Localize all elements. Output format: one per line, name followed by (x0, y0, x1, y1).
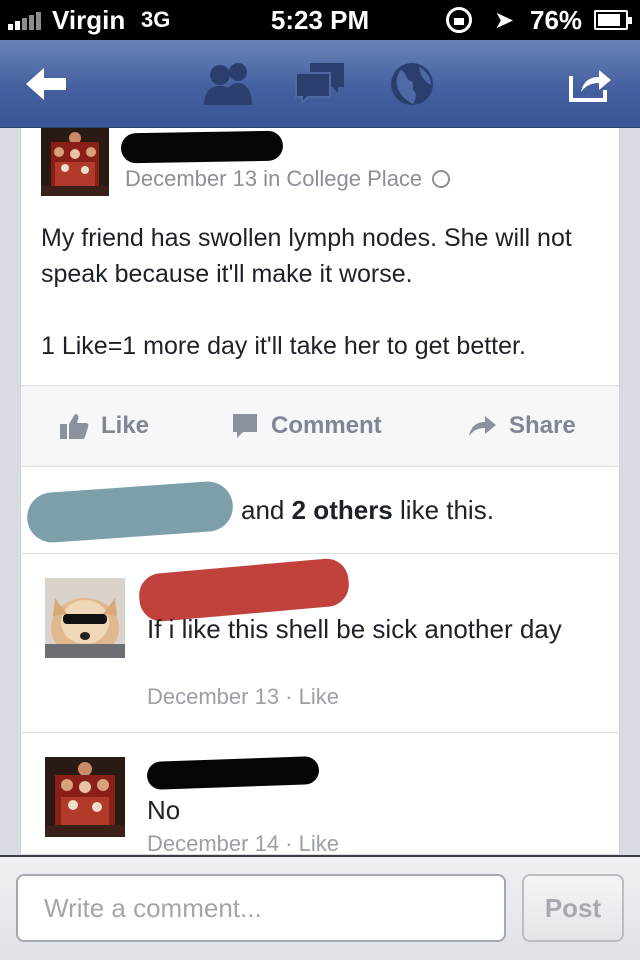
notifications-button[interactable] (380, 52, 444, 116)
like-label: Like (101, 412, 150, 439)
share-icon (569, 70, 611, 102)
post-card: December 13 in College Place My friend h… (20, 128, 620, 854)
action-bar: Like Comment Share (21, 386, 619, 466)
messages-icon (295, 63, 344, 106)
battery-percent: 76% (530, 5, 583, 35)
comment-text: No (147, 795, 181, 825)
comment-compose-bar: Post (0, 855, 640, 960)
commenter-name-redaction (146, 756, 320, 790)
battery-icon (594, 10, 632, 30)
post-button[interactable]: Post (522, 874, 624, 942)
likes-others-count[interactable]: 2 others (292, 495, 393, 525)
back-button[interactable] (14, 52, 78, 116)
comment-input[interactable] (16, 874, 506, 942)
share-label: Share (509, 412, 576, 439)
friend-requests-button[interactable] (196, 52, 260, 116)
likes-summary[interactable]: and 2 others like this. (21, 467, 619, 553)
like-button[interactable]: Like (59, 386, 149, 466)
comment-meta[interactable]: December 14 · Like (147, 831, 339, 854)
public-globe-icon (432, 170, 451, 188)
comment-item: If i like this shell be sick another day… (21, 554, 619, 732)
location-arrow-icon: ➤ (494, 7, 515, 34)
post-body: My friend has swollen lymph nodes. She w… (41, 220, 611, 364)
share-arrow-icon (469, 416, 496, 436)
comment-meta[interactable]: December 13 · Like (147, 684, 339, 710)
commenter-avatar[interactable] (45, 578, 125, 658)
post-date-location: December 13 in College Place (125, 166, 423, 191)
liker-name-redaction (25, 479, 235, 545)
nav-bar (0, 40, 640, 128)
globe-icon (391, 63, 433, 105)
comment-item: No December 14 · Like (21, 733, 619, 854)
comment-button[interactable]: Comment (231, 386, 382, 466)
share-button[interactable]: Share (467, 386, 576, 466)
likes-text: and 2 others like this. (241, 495, 494, 526)
share-nav-button[interactable] (558, 52, 622, 116)
messages-button[interactable] (288, 52, 352, 116)
author-name-redaction (120, 130, 284, 164)
post-meta: December 13 in College Place (125, 166, 451, 192)
author-avatar[interactable] (41, 128, 109, 196)
comment-bubble-icon (233, 414, 257, 438)
thumbs-up-icon (60, 414, 89, 439)
post-text-line: My friend has swollen lymph nodes. She w… (41, 224, 572, 288)
rotation-lock-icon (446, 7, 472, 33)
commenter-avatar[interactable] (45, 757, 125, 837)
comment-label: Comment (271, 412, 382, 439)
friends-icon (204, 63, 252, 105)
status-bar: Virgin 3G 5:23 PM ➤ 76% (0, 0, 640, 40)
post-text-line: 1 Like=1 more day it'll take her to get … (41, 332, 526, 360)
likes-suffix: like this. (400, 495, 494, 525)
comment-text: If i like this shell be sick another day (147, 614, 562, 644)
likes-prefix: and (241, 495, 285, 525)
back-arrow-icon (26, 68, 66, 100)
